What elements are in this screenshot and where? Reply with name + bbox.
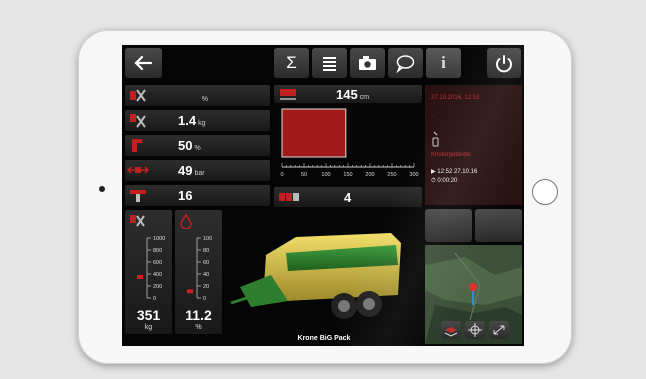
info-dash: - xyxy=(431,113,433,119)
row-pressure[interactable]: 49 bar xyxy=(125,160,270,181)
info-time1: 12:52 27.10.16 xyxy=(437,169,478,175)
soft-key-1[interactable] xyxy=(425,209,472,242)
gauge-level-marker xyxy=(187,289,193,294)
message-button[interactable] xyxy=(388,48,423,78)
gauge-tick-label: 100 xyxy=(203,236,212,242)
gauge-tick-label: 0 xyxy=(153,296,156,302)
row-density[interactable]: 50% xyxy=(125,135,270,156)
additive-value: 1.4 xyxy=(178,113,197,128)
x-tick-label: 0 xyxy=(280,172,283,178)
crosshair-icon xyxy=(468,323,482,337)
front-camera xyxy=(99,186,105,192)
gauge-tick-label: 600 xyxy=(153,260,162,266)
gauge-level-marker xyxy=(137,274,143,279)
layers-icon xyxy=(444,327,458,337)
moisture-unit: % xyxy=(195,324,202,331)
power-button[interactable] xyxy=(487,48,521,78)
camera-icon xyxy=(359,56,376,70)
totals-button[interactable]: Σ xyxy=(274,48,309,78)
soft-key-2[interactable] xyxy=(475,209,522,242)
x-tick-label: 150 xyxy=(343,172,352,178)
zoom-icon xyxy=(493,325,505,335)
row-additive[interactable]: 1.4 kg xyxy=(125,110,270,131)
knotter-icon xyxy=(130,190,146,202)
info-panel: 27.10.2016, 12:53 - Knotergebinde ▶ 12:5… xyxy=(425,85,522,205)
x-tick-label: 300 xyxy=(409,172,418,178)
weight-unit: kg xyxy=(144,324,153,331)
warning-device-icon xyxy=(432,131,439,147)
map-zoom-button[interactable] xyxy=(489,321,509,339)
x-tick-label: 250 xyxy=(387,172,396,178)
bale-length-chart: 0 50 100 150 200 250 300 xyxy=(280,108,419,178)
home-button[interactable] xyxy=(532,179,558,205)
gauge-tick-label: 60 xyxy=(203,260,209,266)
bale-length-icon xyxy=(280,89,296,100)
info-time2-line: ⏱ 0:00:20 xyxy=(431,178,458,184)
bale-length-bar xyxy=(281,108,347,158)
pressure-value: 49 xyxy=(178,163,193,178)
power-icon xyxy=(496,55,512,73)
sigma-icon: Σ xyxy=(286,53,297,72)
x-tick-label: 100 xyxy=(321,172,330,178)
camera-button[interactable] xyxy=(350,48,385,78)
density-unit: % xyxy=(194,145,201,152)
density-value: 50 xyxy=(178,138,193,153)
info-date: 27.10.2016, 12:53 xyxy=(431,95,480,101)
fill-unit: % xyxy=(201,96,208,103)
pressure-icon xyxy=(127,166,149,174)
info-time1-line: ▶ 12:52 27.10.16 xyxy=(431,169,478,175)
terminal-screen: Σ i % 1.4 kg 50% 49 bar 16 145 cm 0 50 1… xyxy=(122,45,524,346)
back-button[interactable] xyxy=(125,48,162,78)
x-tick-label: 200 xyxy=(365,172,374,178)
info-icon: i xyxy=(441,53,446,72)
bale-length-unit: cm xyxy=(359,94,370,101)
map-center-button[interactable] xyxy=(465,321,485,339)
machine-label: Krone BiG Pack xyxy=(297,335,351,342)
info-time2: 0:00:20 xyxy=(437,178,458,184)
baler-machine-image xyxy=(230,233,401,319)
gauge-tick-label: 400 xyxy=(153,272,162,278)
additive-icon xyxy=(130,114,146,128)
list-icon xyxy=(323,57,336,71)
additive-unit: kg xyxy=(198,120,206,127)
arrow-left-icon xyxy=(134,55,153,71)
gauge-tick-label: 800 xyxy=(153,248,162,254)
gauge-tick-label: 40 xyxy=(203,272,209,278)
gauge-tick-label: 200 xyxy=(153,284,162,290)
bale-length-header[interactable]: 145 cm xyxy=(274,85,422,103)
fill-sensor-icon xyxy=(130,89,146,102)
info-alert: Knotergebinde xyxy=(431,152,471,158)
bale-count-row[interactable]: 4 xyxy=(274,187,422,207)
row-knotter[interactable]: 16 xyxy=(125,185,270,206)
bale-count-value: 4 xyxy=(344,190,352,205)
gauge-tick-label: 0 xyxy=(203,296,206,302)
density-icon xyxy=(132,139,142,152)
gauge-tick-label: 80 xyxy=(203,248,209,254)
bale-counter-icon xyxy=(279,193,299,201)
bale-length-value: 145 xyxy=(336,87,358,102)
pressure-unit: bar xyxy=(194,170,205,177)
speech-bubble-icon xyxy=(396,55,415,74)
map-layers-button[interactable] xyxy=(441,321,461,339)
gauge-tick-label: 1000 xyxy=(153,236,165,242)
row-fill-level[interactable]: % xyxy=(125,85,270,106)
moisture-value: 11.2 xyxy=(185,307,212,323)
weight-value: 351 xyxy=(136,307,161,323)
info-button[interactable]: i xyxy=(426,48,461,78)
list-button[interactable] xyxy=(312,48,347,78)
knotter-value: 16 xyxy=(178,188,193,203)
gps-map[interactable] xyxy=(425,245,522,344)
x-tick-label: 50 xyxy=(301,172,307,178)
gauge-tick-label: 20 xyxy=(203,284,209,290)
